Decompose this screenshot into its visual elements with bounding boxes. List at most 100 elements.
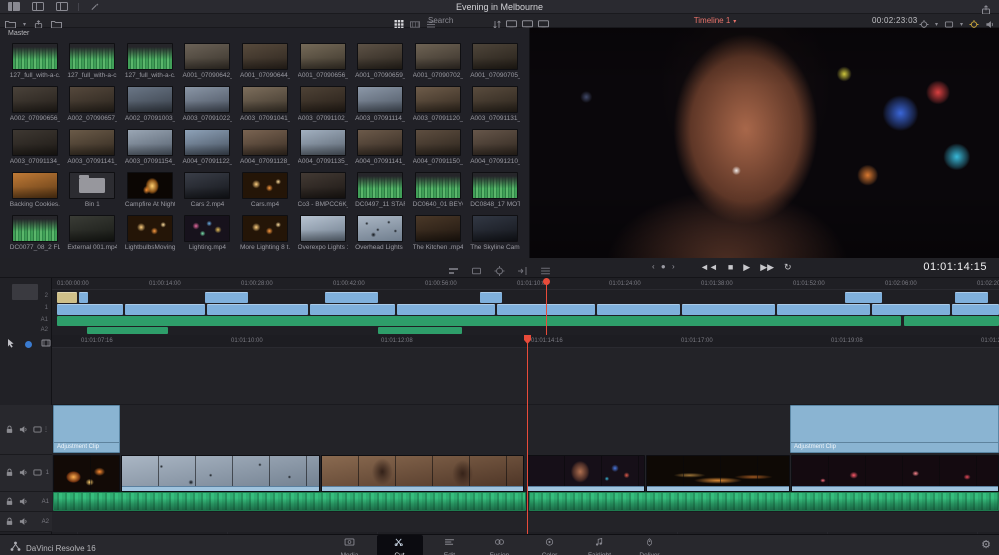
overview-clip-v1[interactable] [682, 304, 775, 315]
video-clip[interactable] [121, 455, 320, 492]
media-clip[interactable]: Campfire At Night... [121, 169, 179, 212]
overview-clip-v2[interactable] [955, 292, 988, 303]
media-clip[interactable]: A003_07091141_C... [64, 126, 122, 169]
viewer-video[interactable] [530, 28, 999, 258]
media-clip[interactable]: External 001.mp4 [64, 212, 122, 255]
pointer-tool-icon[interactable] [6, 335, 16, 353]
media-clip[interactable]: Lighting.mp4 [179, 212, 237, 255]
camera-icon[interactable] [41, 335, 51, 353]
media-clip[interactable]: A002_07090657_C... [64, 83, 122, 126]
stop-button[interactable]: ■ [728, 261, 733, 273]
audio-clip[interactable] [53, 492, 526, 511]
lock-icon[interactable] [5, 513, 14, 531]
media-clip[interactable]: A002_07090656_C... [6, 83, 64, 126]
track-a1-lane[interactable] [52, 492, 999, 512]
tab-fusion[interactable]: Fusion [477, 535, 523, 555]
overview-clip-a1[interactable] [57, 316, 901, 326]
overview-clip-v2[interactable] [57, 292, 77, 303]
record-dot-icon[interactable] [25, 340, 32, 348]
track-v1-lane[interactable] [52, 455, 999, 492]
media-clip[interactable]: A003_07091120_C... [409, 83, 467, 126]
overview-clip-v1[interactable] [310, 304, 395, 315]
track-header-video-1[interactable]: 1 [0, 455, 52, 492]
media-clip[interactable]: DC0640_01 BEYO... [409, 169, 467, 212]
overview-clip-v1[interactable] [597, 304, 680, 315]
overview-clip-v1[interactable] [207, 304, 308, 315]
media-clip[interactable]: 127_full_with-a-c... [6, 40, 64, 83]
media-clip[interactable]: A003_07091114_C... [351, 83, 409, 126]
media-clip[interactable]: A001_07090705_C... [466, 40, 524, 83]
overview-clip-v1[interactable] [125, 304, 205, 315]
lock-icon[interactable] [5, 493, 14, 511]
media-clip[interactable]: The Skyline Cam A... [466, 212, 524, 255]
media-bin[interactable]: Bin 1 [64, 169, 122, 212]
tab-media[interactable]: Media [327, 535, 373, 555]
overview-clip-v1[interactable] [952, 304, 999, 315]
overview-playhead-marker[interactable] [543, 278, 550, 285]
adjustment-clip[interactable]: Adjustment Clip [53, 405, 120, 453]
timeline-overview[interactable]: 01:00:00:00 01:00:14:00 01:00:28:00 01:00:4… [52, 278, 999, 335]
media-clip[interactable]: A004_07091128_C... [236, 126, 294, 169]
track-a2-lane[interactable] [52, 512, 999, 532]
track-header-audio-1[interactable]: A1 [0, 492, 52, 512]
overview-clip-v1[interactable] [777, 304, 870, 315]
media-clip[interactable]: 127_full_with-a-c... [121, 40, 179, 83]
overview-clip-a2[interactable] [87, 327, 168, 334]
track-v2-lane[interactable]: Adjustment Clip Adjustment Clip [52, 405, 999, 462]
video-clip[interactable] [321, 455, 524, 492]
lock-icon[interactable] [5, 421, 14, 439]
audio-clip[interactable] [529, 492, 999, 511]
media-clip[interactable]: More Lighting 8 t... [236, 212, 294, 255]
settings-gear-icon[interactable]: ⚙ [981, 538, 991, 551]
jog-control[interactable]: ‹ ● › [652, 262, 677, 271]
media-clip[interactable]: A004_07091135_C... [294, 126, 352, 169]
tab-edit[interactable]: Edit [427, 535, 473, 555]
media-clip[interactable]: Backing Cookies... [6, 169, 64, 212]
overview-clip-v1[interactable] [397, 304, 495, 315]
media-clip[interactable]: A001_07090702_C... [409, 40, 467, 83]
go-to-end-button[interactable]: ▶▶ [760, 261, 774, 273]
media-clip[interactable]: A004_07091122_C... [179, 126, 237, 169]
track-v3-lane[interactable] [52, 348, 999, 405]
overview-clip-v2[interactable] [480, 292, 502, 303]
overview-clip-v1[interactable] [57, 304, 123, 315]
media-clip[interactable]: DC0497_11 STAR... [351, 169, 409, 212]
media-clip[interactable]: Cars 2.mp4 [179, 169, 237, 212]
speaker-icon[interactable] [19, 513, 28, 531]
tab-cut[interactable]: Cut [376, 535, 423, 555]
overview-clip-a2[interactable] [378, 327, 462, 334]
media-clip[interactable]: DC0077_08_2 FLO... [6, 212, 64, 255]
media-clip[interactable]: A003_07091154_C... [121, 126, 179, 169]
video-clip[interactable] [646, 455, 790, 492]
media-clip[interactable]: Co3 - BMPCC6K_Ja... [294, 169, 352, 212]
search-input[interactable]: Search [428, 16, 453, 25]
media-clip[interactable]: 127_full_with-a-c... [64, 40, 122, 83]
video-clip[interactable] [527, 455, 645, 492]
media-clip[interactable]: LightbulbsMoving... [121, 212, 179, 255]
media-clip[interactable]: A003_07091102_C... [294, 83, 352, 126]
media-clip[interactable]: A004_07091141_C... [351, 126, 409, 169]
speaker-icon[interactable] [19, 421, 28, 439]
frame-icon[interactable] [33, 421, 42, 439]
tab-color[interactable]: Color [527, 535, 573, 555]
speaker-icon[interactable] [19, 464, 28, 482]
track-header-video-2[interactable]: ⋮ [0, 405, 52, 455]
timeline-selector[interactable]: Timeline 1 ▾ [660, 16, 770, 25]
adjustment-clip[interactable]: Adjustment Clip [790, 405, 999, 453]
media-clip[interactable]: A002_07091003_C... [121, 83, 179, 126]
overview-clip-a1[interactable] [904, 316, 999, 326]
tab-fairlight[interactable]: Fairlight [577, 535, 623, 555]
media-clip[interactable]: A004_07091150_C... [409, 126, 467, 169]
overview-clip-v2[interactable] [79, 292, 88, 303]
overview-ruler[interactable]: 01:00:00:00 01:00:14:00 01:00:28:00 01:00:4… [52, 278, 999, 290]
track-header-audio-2[interactable]: A2 [0, 512, 52, 532]
overview-clip-v1[interactable] [872, 304, 950, 315]
video-clip[interactable] [53, 455, 120, 492]
media-clip[interactable]: A001_07090642_C... [179, 40, 237, 83]
media-clip[interactable]: A003_07091131_C... [466, 83, 524, 126]
media-clip[interactable]: A001_07090659_C... [351, 40, 409, 83]
tab-deliver[interactable]: Deliver [627, 535, 673, 555]
media-clip[interactable]: The Kitchen .mp4 [409, 212, 467, 255]
breadcrumb[interactable]: Master [8, 30, 29, 37]
overview-playhead[interactable] [546, 278, 547, 335]
